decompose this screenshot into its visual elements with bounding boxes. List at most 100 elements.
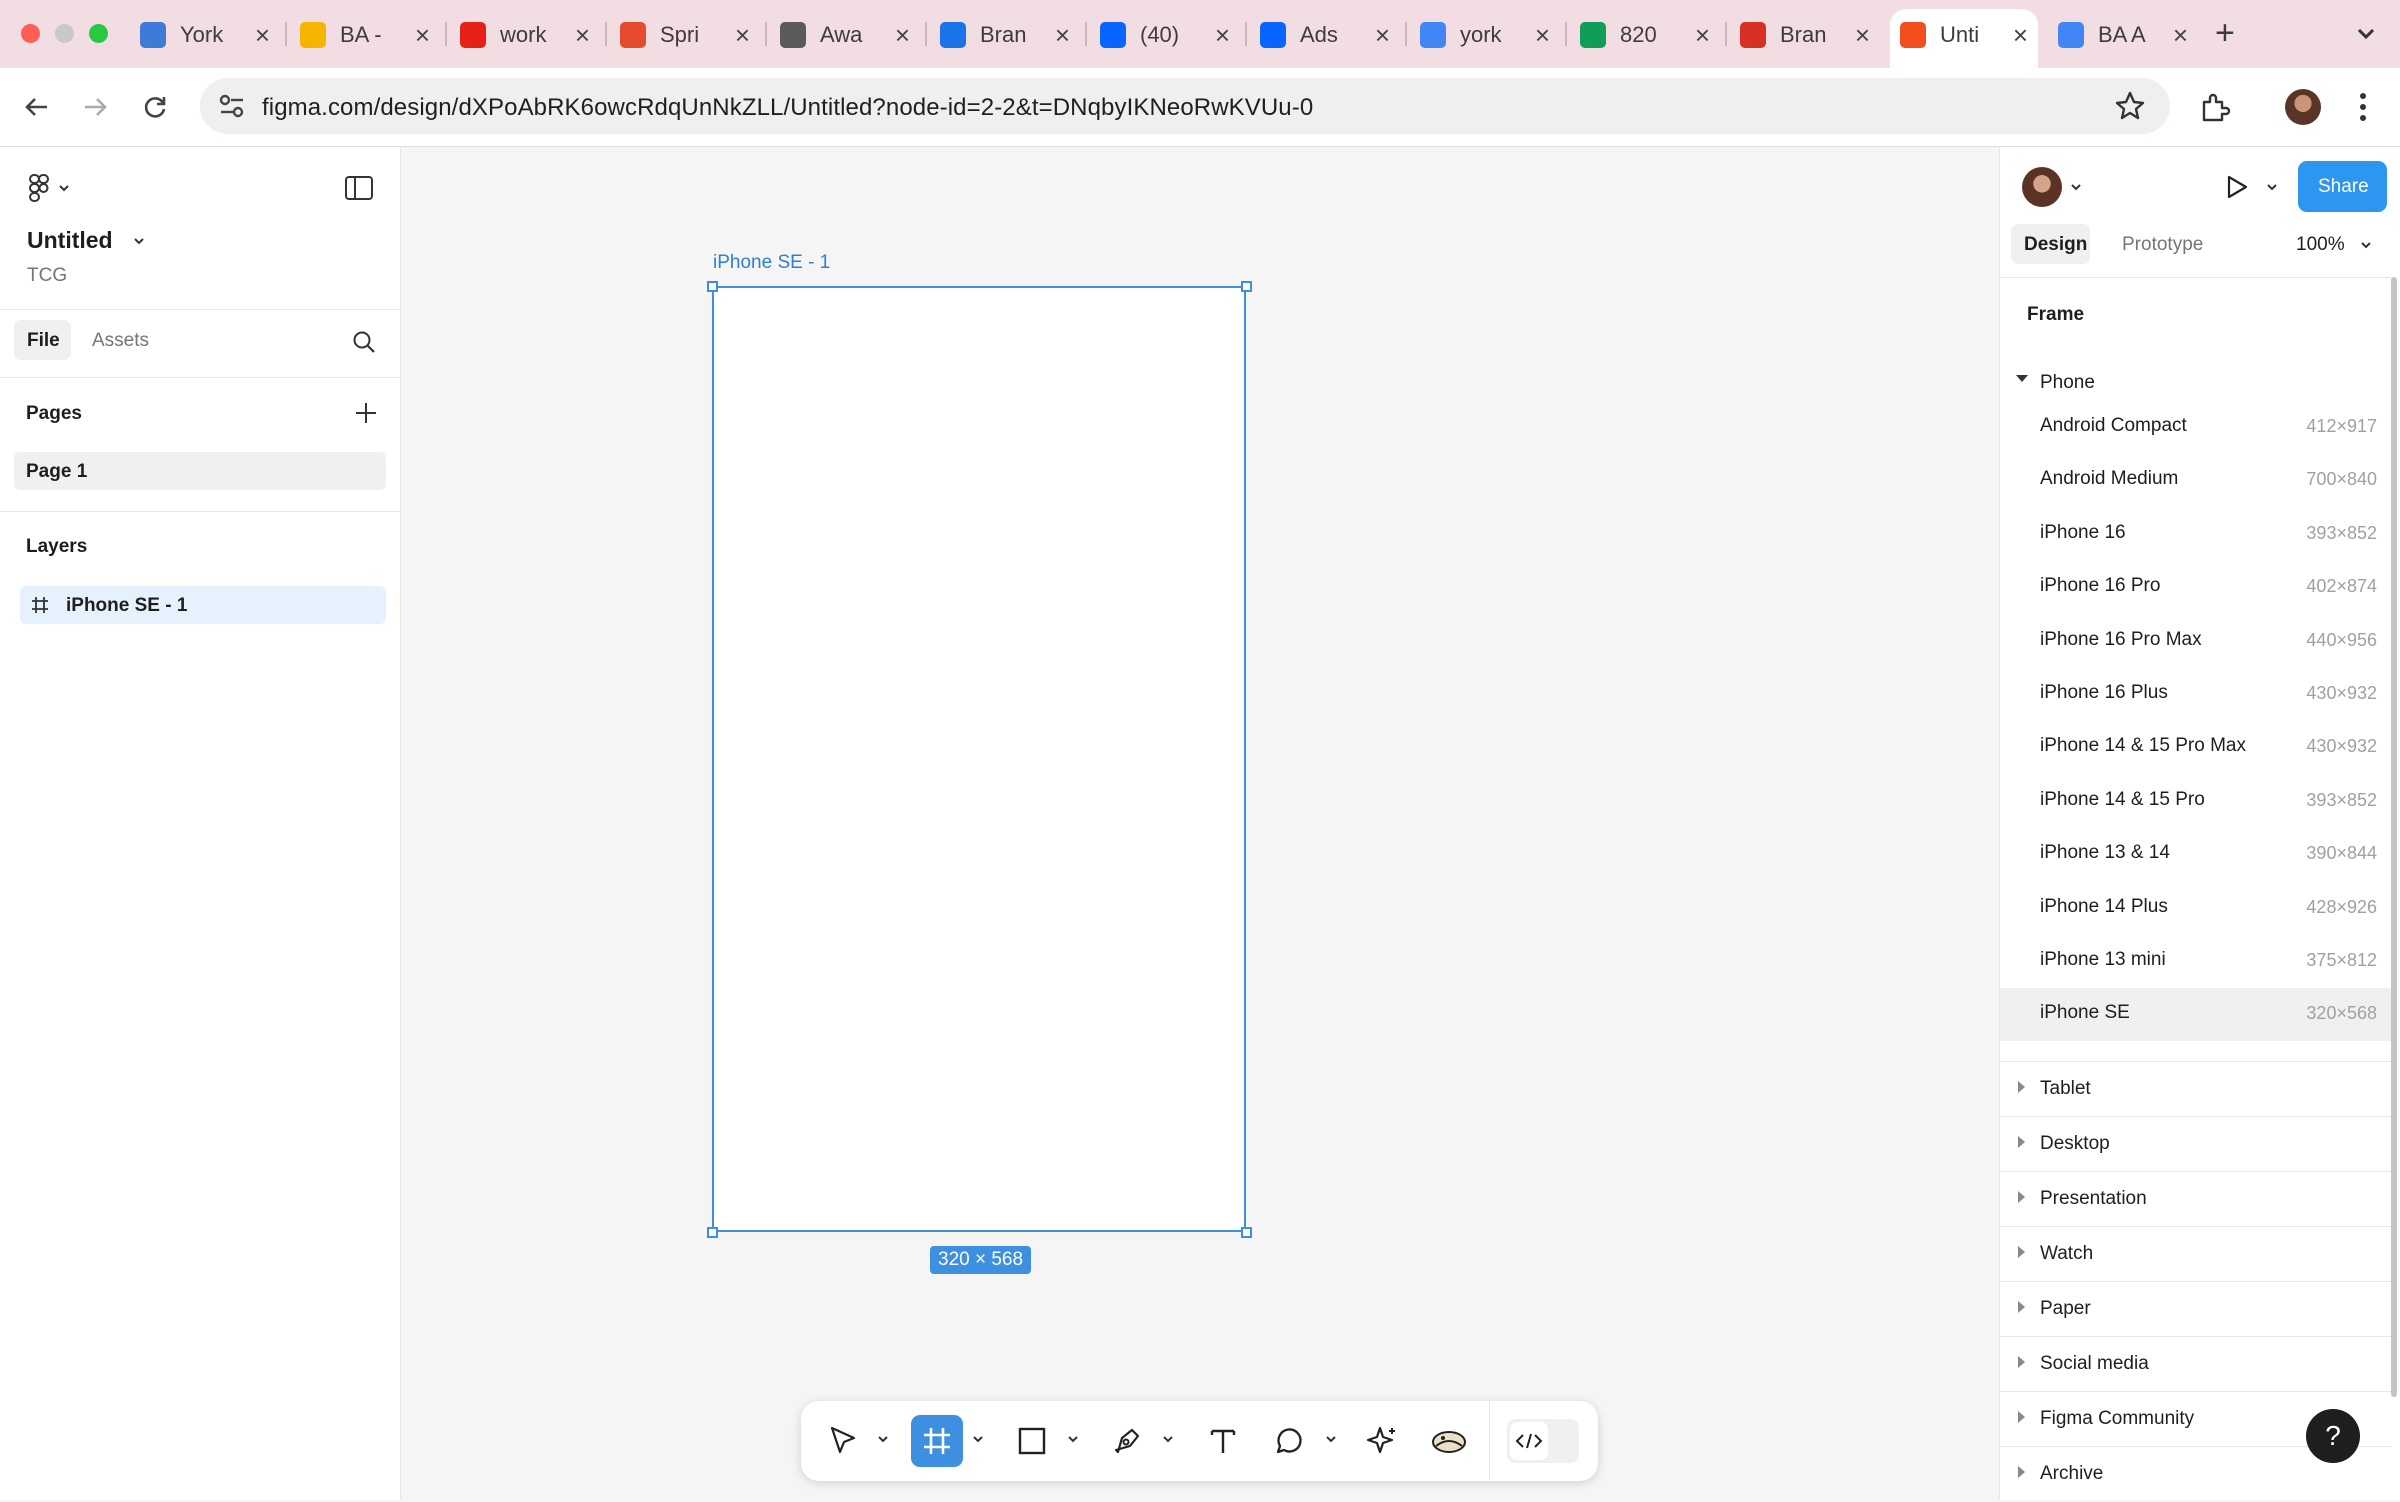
browser-tab[interactable]: (40) ×	[1100, 12, 1230, 58]
present-button[interactable]	[2222, 173, 2250, 206]
browser-tab[interactable]: work ×	[460, 12, 590, 58]
browser-tab[interactable]: Unti ×	[1900, 12, 2028, 58]
frame-preset-item[interactable]: iPhone 16 393×852	[2000, 508, 2391, 561]
resize-handle-bottom-left[interactable]	[707, 1227, 718, 1238]
frame-category-item[interactable]: Desktop	[2000, 1116, 2391, 1172]
close-tab-icon[interactable]: ×	[1855, 21, 1870, 49]
shape-tool[interactable]	[1006, 1415, 1058, 1467]
frame-preset-item[interactable]: iPhone 13 & 14 390×844	[2000, 828, 2391, 881]
url-text[interactable]: figma.com/design/dXPoAbRK6owcRdqUnNkZLL/…	[262, 94, 1313, 122]
toggle-sidebar-icon[interactable]	[344, 175, 374, 206]
close-tab-icon[interactable]: ×	[1695, 21, 1710, 49]
new-tab-button[interactable]: +	[2215, 14, 2235, 53]
close-tab-icon[interactable]: ×	[415, 21, 430, 49]
browser-tab[interactable]: BA A ×	[2058, 12, 2188, 58]
frame-preset-item[interactable]: iPhone 14 & 15 Pro Max 430×932	[2000, 721, 2391, 774]
close-tab-icon[interactable]: ×	[1055, 21, 1070, 49]
browser-tab[interactable]: Bran ×	[1740, 12, 1870, 58]
profile-avatar[interactable]	[2285, 89, 2321, 125]
frame-preset-item[interactable]: iPhone 16 Plus 430×932	[2000, 668, 2391, 721]
share-button[interactable]: Share	[2298, 161, 2387, 212]
frame-preset-item[interactable]: iPhone 14 Plus 428×926	[2000, 882, 2391, 935]
zoom-dropdown[interactable]: 100%	[2296, 234, 2373, 256]
move-tool[interactable]	[817, 1415, 869, 1467]
move-tool-menu[interactable]	[873, 1429, 893, 1449]
add-page-button[interactable]	[354, 401, 378, 430]
pen-tool-menu[interactable]	[1158, 1429, 1178, 1449]
browser-tab[interactable]: 820 ×	[1580, 12, 1710, 58]
comment-tool-menu[interactable]	[1321, 1429, 1341, 1449]
close-tab-icon[interactable]: ×	[2173, 21, 2188, 49]
back-button[interactable]	[18, 88, 56, 126]
text-tool[interactable]	[1197, 1415, 1249, 1467]
resize-handle-top-left[interactable]	[707, 281, 718, 292]
scrollbar[interactable]	[2391, 277, 2397, 1397]
browser-tab[interactable]: York ×	[140, 12, 270, 58]
comment-tool[interactable]	[1263, 1415, 1315, 1467]
frame-preset-item[interactable]: iPhone 16 Pro 402×874	[2000, 561, 2391, 614]
tab-design[interactable]: Design	[2011, 224, 2090, 264]
design-canvas[interactable]: iPhone SE - 1 320 × 568	[401, 147, 1998, 1500]
frame-preset-item[interactable]: iPhone 14 & 15 Pro 393×852	[2000, 775, 2391, 828]
frame-tool-menu[interactable]	[968, 1429, 988, 1449]
close-tab-icon[interactable]: ×	[1535, 21, 1550, 49]
help-button[interactable]: ?	[2306, 1409, 2360, 1463]
browser-tab[interactable]: Bran ×	[940, 12, 1070, 58]
frame-preset-item[interactable]: Android Compact 412×917	[2000, 401, 2391, 454]
extensions-icon[interactable]	[2198, 90, 2232, 129]
forward-button[interactable]	[76, 88, 114, 126]
reload-button[interactable]	[136, 88, 174, 126]
close-tab-icon[interactable]: ×	[1375, 21, 1390, 49]
browser-tab[interactable]: BA - ×	[300, 12, 430, 58]
frame-preset-item[interactable]: iPhone SE 320×568	[2000, 988, 2391, 1042]
close-tab-icon[interactable]: ×	[575, 21, 590, 49]
browser-menu-icon[interactable]	[2358, 90, 2368, 129]
search-icon[interactable]	[352, 330, 376, 359]
tab-search-button[interactable]	[2352, 20, 2380, 48]
dev-mode-toggle[interactable]	[1507, 1419, 1579, 1463]
site-settings-icon[interactable]	[218, 93, 246, 124]
figma-main-menu-button[interactable]	[28, 173, 72, 203]
address-bar[interactable]: figma.com/design/dXPoAbRK6owcRdqUnNkZLL/…	[200, 78, 2170, 134]
pen-tool[interactable]	[1101, 1415, 1153, 1467]
close-tab-icon[interactable]: ×	[1215, 21, 1230, 49]
chevron-down-icon[interactable]	[2068, 179, 2084, 195]
frame-category-item[interactable]: Watch	[2000, 1226, 2391, 1282]
resize-handle-top-right[interactable]	[1241, 281, 1252, 292]
browser-tab[interactable]: Awa ×	[780, 12, 910, 58]
resize-handle-bottom-right[interactable]	[1241, 1227, 1252, 1238]
browser-tab[interactable]: Spri ×	[620, 12, 750, 58]
frame-category-item[interactable]: Paper	[2000, 1281, 2391, 1337]
phone-group-header[interactable]: Phone	[2000, 363, 2391, 403]
frame-preset-item[interactable]: iPhone 13 mini 375×812	[2000, 935, 2391, 988]
close-window-button[interactable]	[21, 24, 40, 43]
frame-preset-item[interactable]: iPhone 16 Pro Max 440×956	[2000, 615, 2391, 668]
team-name[interactable]: TCG	[27, 265, 67, 287]
actions-tool[interactable]	[1357, 1415, 1409, 1467]
close-tab-icon[interactable]: ×	[255, 21, 270, 49]
user-avatar[interactable]	[2022, 167, 2062, 207]
shape-tool-menu[interactable]	[1063, 1429, 1083, 1449]
tab-assets[interactable]: Assets	[92, 330, 149, 352]
frame-tool[interactable]	[911, 1415, 963, 1467]
frame-category-item[interactable]: Presentation	[2000, 1171, 2391, 1227]
minimize-window-button[interactable]	[55, 24, 74, 43]
page-item[interactable]: Page 1	[14, 452, 386, 490]
frame-category-item[interactable]: Social media	[2000, 1336, 2391, 1392]
chevron-down-icon[interactable]	[2264, 179, 2280, 195]
browser-tab[interactable]: york ×	[1420, 12, 1550, 58]
close-tab-icon[interactable]: ×	[895, 21, 910, 49]
frame-category-item[interactable]: Tablet	[2000, 1061, 2391, 1117]
iphone-se-frame[interactable]	[712, 286, 1246, 1232]
close-tab-icon[interactable]: ×	[735, 21, 750, 49]
zoom-window-button[interactable]	[89, 24, 108, 43]
browser-tab[interactable]: Ads ×	[1260, 12, 1390, 58]
tab-prototype[interactable]: Prototype	[2122, 234, 2203, 256]
tab-file[interactable]: File	[14, 320, 71, 360]
frame-preset-item[interactable]: Android Medium 700×840	[2000, 454, 2391, 507]
close-tab-icon[interactable]: ×	[2013, 21, 2028, 49]
layer-item[interactable]: iPhone SE - 1	[20, 586, 386, 624]
file-title-button[interactable]: Untitled	[27, 227, 147, 254]
frame-name-label[interactable]: iPhone SE - 1	[713, 252, 830, 274]
bookmark-star-icon[interactable]	[2114, 90, 2146, 127]
